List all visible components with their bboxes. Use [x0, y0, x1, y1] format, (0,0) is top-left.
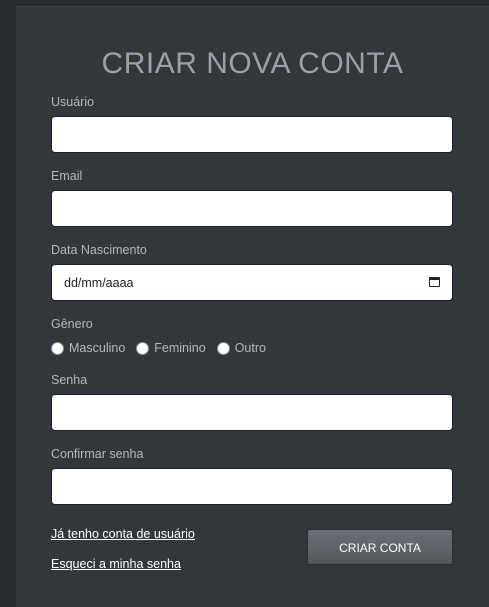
- email-label: Email: [51, 169, 83, 183]
- radio-label-outro: Outro: [234, 341, 266, 355]
- radio-outro[interactable]: [216, 341, 230, 355]
- radio-feminino[interactable]: [136, 341, 150, 355]
- username-input[interactable]: [51, 116, 453, 153]
- radio-label-feminino: Feminino: [154, 341, 206, 355]
- confirm-password-label: Confirmar senha: [51, 447, 144, 461]
- radio-masculino[interactable]: [51, 341, 64, 355]
- gender-option-outro[interactable]: Outro: [216, 341, 266, 355]
- password-input[interactable]: [51, 394, 453, 431]
- password-label: Senha: [51, 373, 88, 387]
- page-title: CRIAR NOVA CONTA: [101, 47, 404, 80]
- birthdate-input[interactable]: dd/mm/aaaa: [51, 264, 453, 301]
- create-account-button[interactable]: CRIAR CONTA: [307, 529, 453, 565]
- gender-radio-group: Masculino Feminino Outro: [51, 340, 277, 356]
- username-label: Usuário: [51, 95, 95, 109]
- forgot-password-link[interactable]: Esqueci a minha senha: [51, 557, 181, 571]
- have-account-link[interactable]: Já tenho conta de usuário: [51, 527, 195, 541]
- signup-panel: CRIAR NOVA CONTA Usuário Email Data Nasc…: [16, 6, 489, 607]
- gender-label: Gênero: [51, 317, 93, 331]
- radio-label-masculino: Masculino: [69, 341, 126, 355]
- birthdate-placeholder: dd/mm/aaaa: [64, 276, 134, 290]
- gender-option-masculino[interactable]: Masculino: [51, 341, 125, 355]
- birthdate-label: Data Nascimento: [51, 243, 147, 257]
- calendar-icon[interactable]: [429, 277, 440, 287]
- email-input[interactable]: [51, 190, 453, 227]
- confirm-password-input[interactable]: [51, 468, 453, 505]
- gender-option-feminino[interactable]: Feminino: [136, 341, 206, 355]
